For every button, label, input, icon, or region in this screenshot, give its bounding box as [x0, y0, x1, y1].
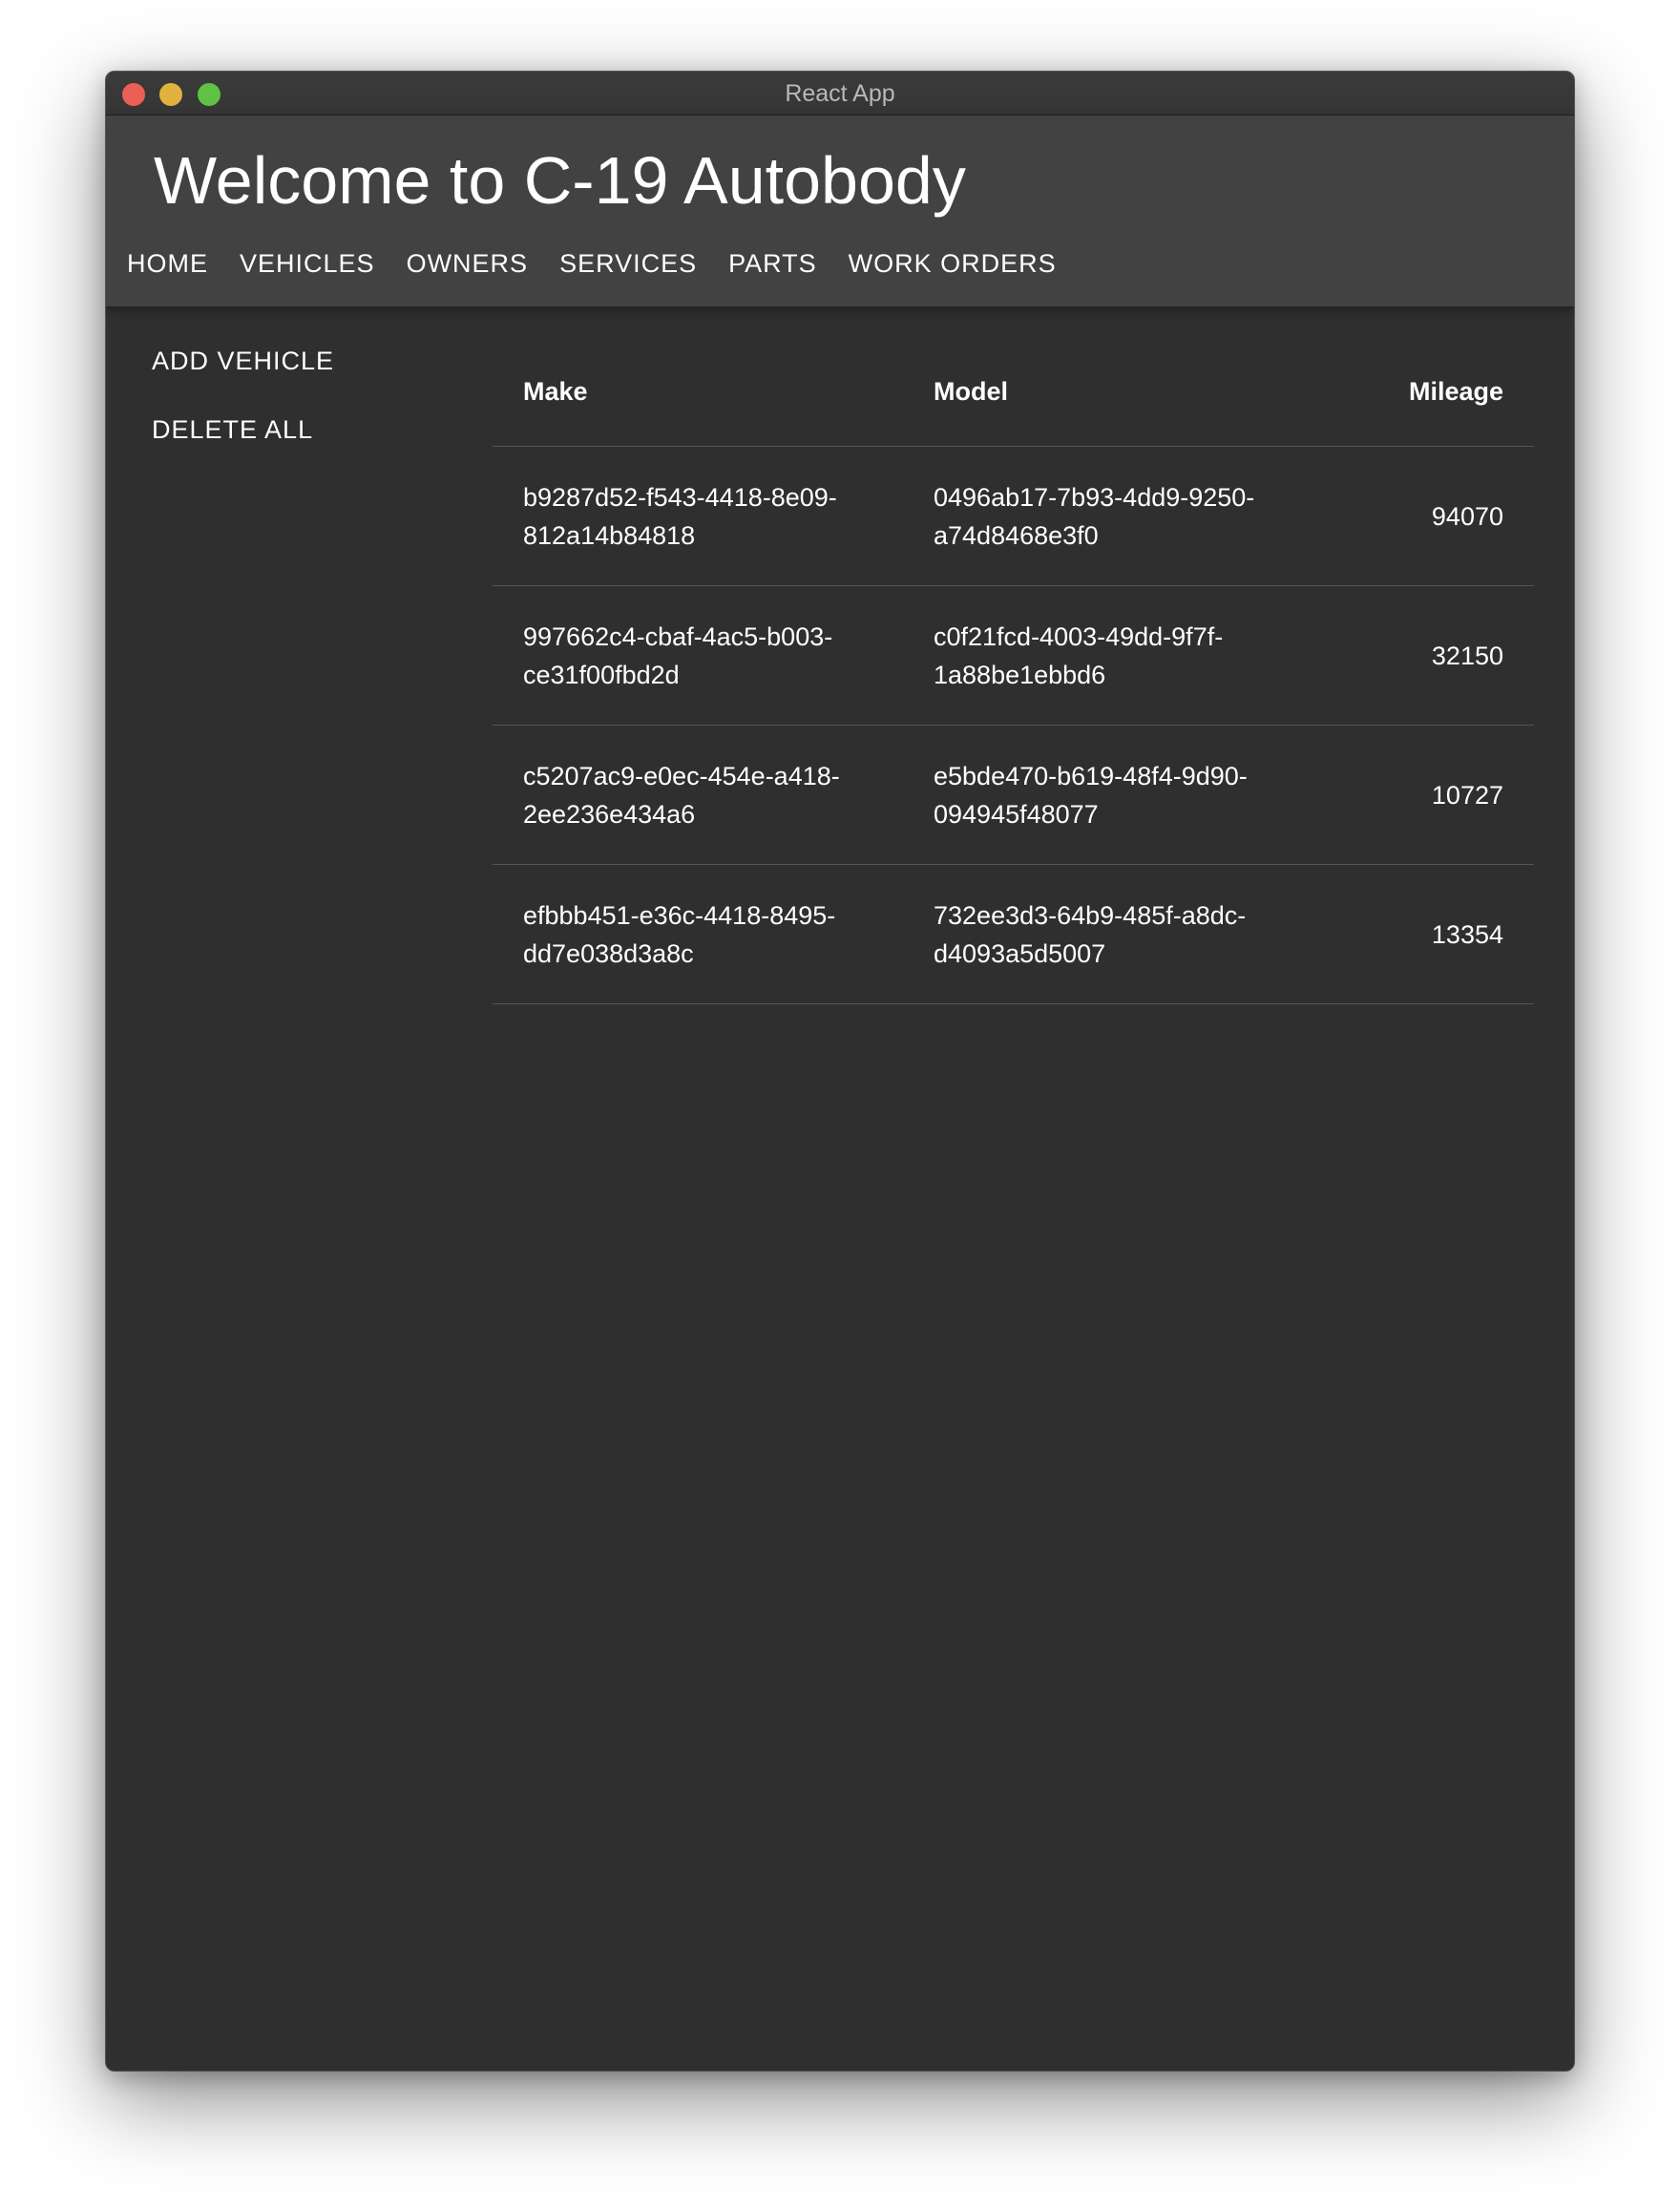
- app-window: React App Welcome to C-19 Autobody HOME …: [105, 71, 1575, 2072]
- cell-make: b9287d52-f543-4418-8e09- 812a14b84818: [493, 478, 934, 555]
- cell-mileage: 94070: [1431, 501, 1503, 531]
- cell-make-line1: efbbb451-e36c-4418-8495-: [523, 900, 836, 930]
- app-bar: Welcome to C-19 Autobody HOME VEHICLES O…: [106, 116, 1574, 306]
- vehicles-table: Make Model Mileage b9287d52-f543-4418-8e…: [493, 337, 1534, 1004]
- cell-model-line1: 0496ab17-7b93-4dd9-9250-: [934, 482, 1255, 512]
- table-row[interactable]: efbbb451-e36c-4418-8495- dd7e038d3a8c 73…: [493, 865, 1534, 1004]
- nav-work-orders[interactable]: WORK ORDERS: [849, 249, 1057, 279]
- cell-model: 732ee3d3-64b9-485f-a8dc- d4093a5d5007: [934, 896, 1334, 973]
- nav-vehicles[interactable]: VEHICLES: [240, 249, 375, 279]
- nav-services[interactable]: SERVICES: [559, 249, 697, 279]
- cell-model-line1: c0f21fcd-4003-49dd-9f7f-: [934, 621, 1224, 651]
- page-title: Welcome to C-19 Autobody: [154, 143, 966, 218]
- cell-make-line1: b9287d52-f543-4418-8e09-: [523, 482, 837, 512]
- cell-model: e5bde470-b619-48f4-9d90- 094945f48077: [934, 757, 1334, 833]
- table-row[interactable]: 997662c4-cbaf-4ac5-b003- ce31f00fbd2d c0…: [493, 586, 1534, 726]
- cell-model-line2: 1a88be1ebbd6: [934, 660, 1106, 689]
- cell-mileage: 32150: [1431, 641, 1503, 670]
- cell-model-line1: e5bde470-b619-48f4-9d90-: [934, 761, 1248, 790]
- cell-make-line1: c5207ac9-e0ec-454e-a418-: [523, 761, 840, 790]
- title-bar[interactable]: React App: [106, 72, 1574, 116]
- cell-model-line2: 094945f48077: [934, 799, 1099, 829]
- cell-mileage: 13354: [1431, 919, 1503, 949]
- desktop: React App Welcome to C-19 Autobody HOME …: [0, 0, 1680, 2211]
- cell-model-line2: d4093a5d5007: [934, 938, 1106, 968]
- cell-model: c0f21fcd-4003-49dd-9f7f- 1a88be1ebbd6: [934, 618, 1334, 694]
- header-mileage[interactable]: Mileage: [1334, 377, 1534, 407]
- sidebar: ADD VEHICLE DELETE ALL: [152, 347, 334, 484]
- cell-model-line1: 732ee3d3-64b9-485f-a8dc-: [934, 900, 1247, 930]
- table-header: Make Model Mileage: [493, 337, 1534, 447]
- main-content: ADD VEHICLE DELETE ALL Make Model Mileag…: [106, 306, 1574, 2071]
- table-row[interactable]: c5207ac9-e0ec-454e-a418- 2ee236e434a6 e5…: [493, 726, 1534, 865]
- cell-make-line2: 812a14b84818: [523, 520, 696, 550]
- cell-make-line2: 2ee236e434a6: [523, 799, 696, 829]
- cell-model-line2: a74d8468e3f0: [934, 520, 1099, 550]
- cell-model: 0496ab17-7b93-4dd9-9250- a74d8468e3f0: [934, 478, 1334, 555]
- cell-make: c5207ac9-e0ec-454e-a418- 2ee236e434a6: [493, 757, 934, 833]
- cell-make-line1: 997662c4-cbaf-4ac5-b003-: [523, 621, 833, 651]
- delete-all-button[interactable]: DELETE ALL: [152, 415, 334, 484]
- cell-make-line2: ce31f00fbd2d: [523, 660, 680, 689]
- cell-make: 997662c4-cbaf-4ac5-b003- ce31f00fbd2d: [493, 618, 934, 694]
- main-nav: HOME VEHICLES OWNERS SERVICES PARTS WORK…: [127, 249, 1088, 279]
- nav-parts[interactable]: PARTS: [728, 249, 817, 279]
- table-row[interactable]: b9287d52-f543-4418-8e09- 812a14b84818 04…: [493, 447, 1534, 586]
- header-model[interactable]: Model: [934, 377, 1334, 407]
- cell-make: efbbb451-e36c-4418-8495- dd7e038d3a8c: [493, 896, 934, 973]
- nav-home[interactable]: HOME: [127, 249, 208, 279]
- nav-owners[interactable]: OWNERS: [407, 249, 529, 279]
- cell-make-line2: dd7e038d3a8c: [523, 938, 694, 968]
- cell-mileage: 10727: [1431, 780, 1503, 810]
- window-title: React App: [785, 80, 895, 107]
- header-make[interactable]: Make: [493, 377, 934, 407]
- add-vehicle-button[interactable]: ADD VEHICLE: [152, 347, 334, 415]
